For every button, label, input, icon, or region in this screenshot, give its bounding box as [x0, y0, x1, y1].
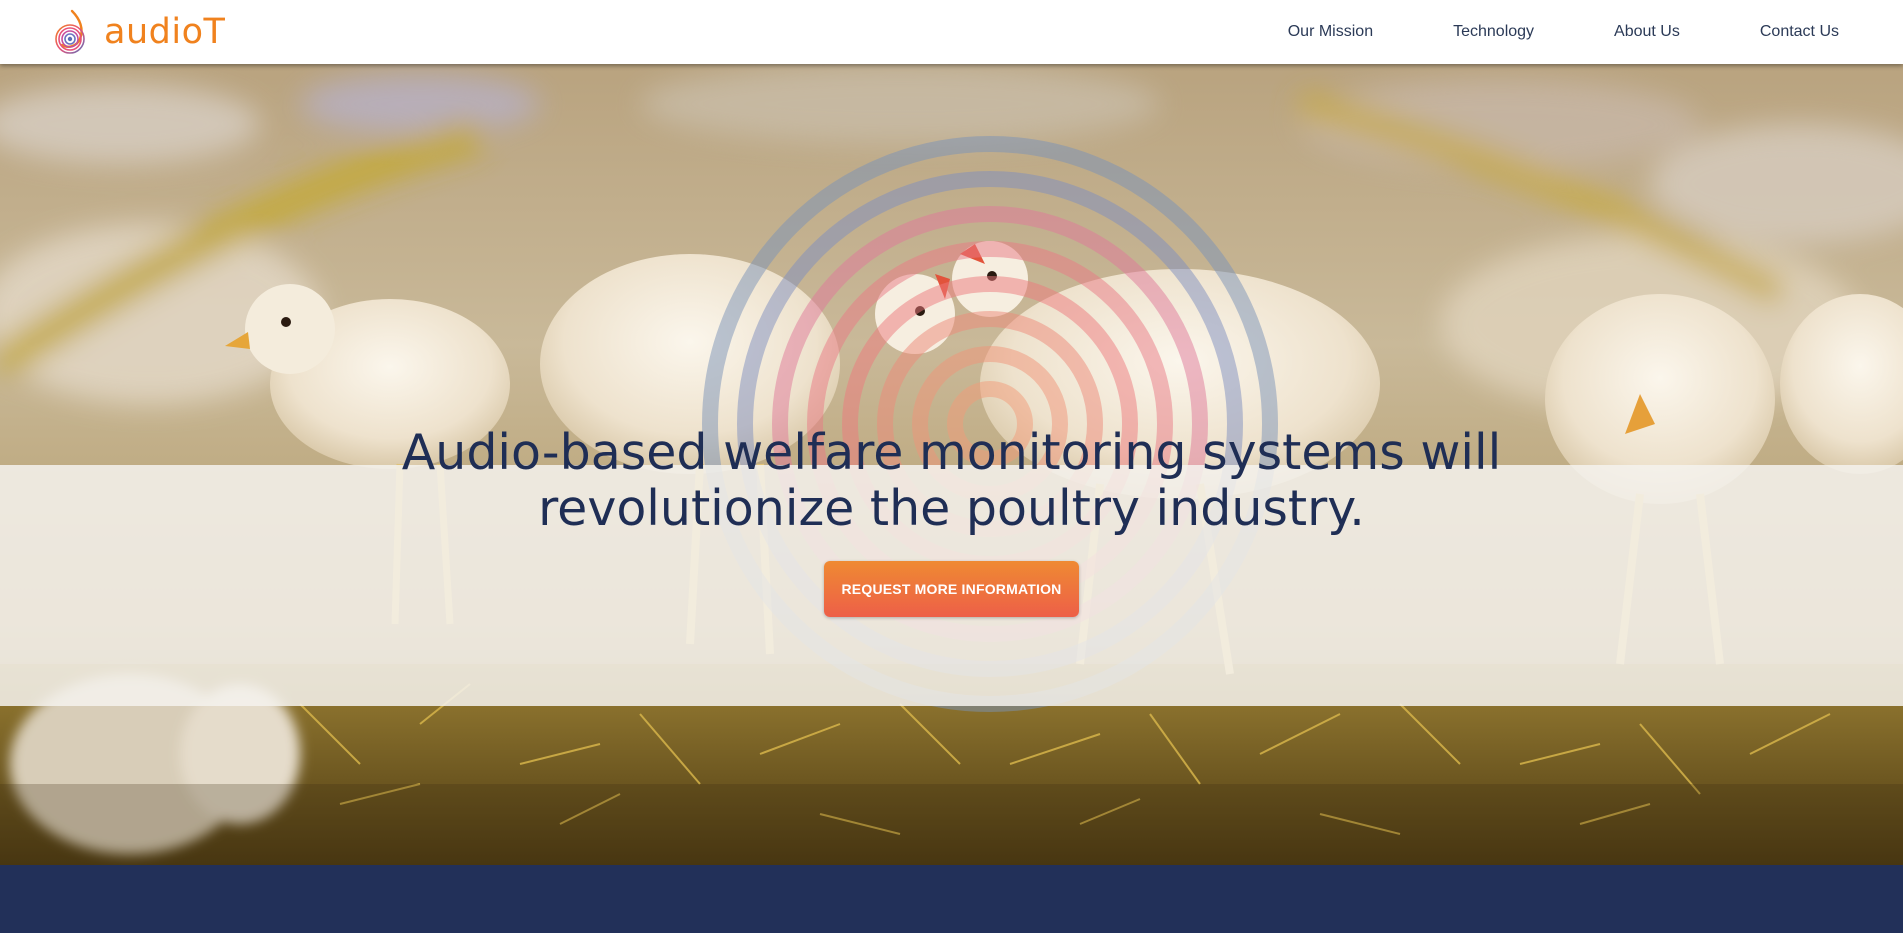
nav-link-about-us[interactable]: About Us	[1574, 0, 1720, 64]
nav-link-technology[interactable]: Technology	[1413, 0, 1574, 64]
brand-name: audioT	[104, 12, 226, 52]
audiot-logo-icon	[55, 9, 85, 54]
nav-link-contact-us[interactable]: Contact Us	[1720, 0, 1861, 64]
hero-headline: Audio-based welfare monitoring systems w…	[401, 424, 1502, 537]
next-section-band	[0, 865, 1903, 933]
nav-link-our-mission[interactable]: Our Mission	[1248, 0, 1413, 64]
site-header: audioT Our Mission Technology About Us C…	[0, 0, 1903, 64]
main-navigation: Our Mission Technology About Us Contact …	[1248, 0, 1861, 64]
brand-home-link[interactable]: audioT	[50, 8, 225, 56]
request-more-information-button[interactable]: REQUEST MORE INFORMATION	[824, 561, 1079, 617]
